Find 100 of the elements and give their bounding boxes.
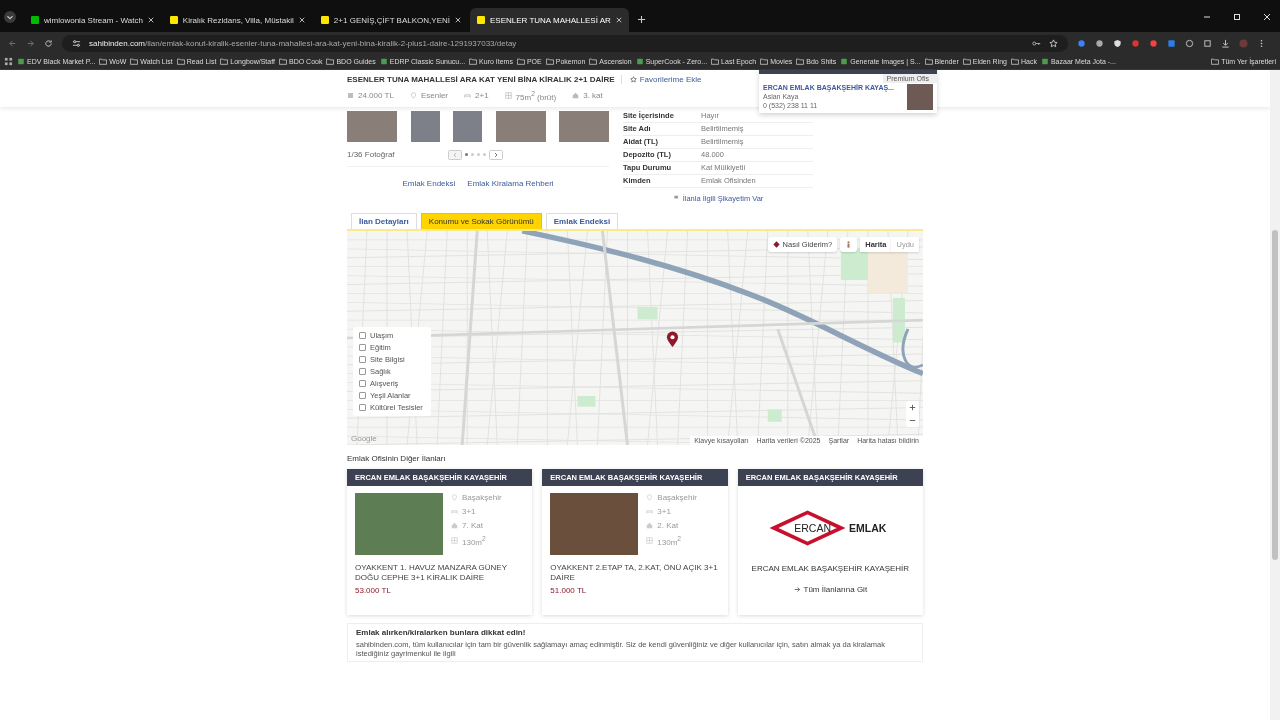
area-icon	[451, 537, 458, 544]
folder-icon	[1211, 58, 1220, 65]
location-icon	[451, 493, 458, 501]
folder-icon	[278, 58, 287, 65]
restore-icon[interactable]	[1232, 12, 1242, 22]
listing-title: OYAKKENT 1. HAVUZ MANZARA GÜNEY DOĞU CEPHE 3+1 KİRALIK DAİRE	[354, 561, 508, 584]
site-icon	[635, 58, 644, 65]
folder-icon	[711, 58, 720, 65]
listing-title: ESENLER TUNA MAHALLESİ ARA KAT YENİ BİNA KİRALIK 2+1 DAİRE	[347, 75, 622, 84]
folder-icon	[545, 58, 554, 65]
photo-placeholder[interactable]	[410, 110, 440, 142]
close-icon[interactable]	[615, 17, 622, 23]
photo-placeholder[interactable]	[559, 110, 609, 142]
logo-text: EMLAK	[849, 522, 887, 535]
floor-icon	[646, 521, 654, 529]
address-bar[interactable]: sahibinden.com/ilan/emlak-konut-kiralik-esenler-tuna-mahallesi-ara-kat-yeni-bina-kiralik-2-plus1-daire-1291937033/detay	[62, 34, 1068, 52]
logo-text: ERCAN	[794, 522, 832, 535]
floor-icon	[572, 92, 580, 100]
rooms-icon	[646, 507, 654, 515]
folder-icon	[796, 58, 805, 65]
listing-fact: Başakşehir	[657, 492, 697, 502]
pager-dot[interactable]	[470, 153, 474, 157]
info-link[interactable]: Emlak Kiralama Rehberi	[467, 178, 554, 188]
listing-price: 53.000 TL	[354, 585, 392, 598]
folder-icon	[1011, 58, 1019, 65]
photo-placeholder	[907, 84, 933, 110]
folder-icon	[220, 58, 229, 65]
area-icon	[504, 92, 512, 100]
key-icon[interactable]	[1032, 38, 1041, 48]
folder-icon	[962, 58, 971, 65]
notice-title: Emlak alırken/kiralarken bunlara dikkat edin!	[356, 627, 527, 637]
puzzle-icon[interactable]	[1203, 38, 1212, 48]
listing-fact: 130m$^{2}$	[657, 534, 682, 547]
favicon-icon	[169, 16, 178, 24]
new-tab-icon[interactable]	[636, 15, 646, 24]
site-icon	[840, 58, 849, 65]
pager-dot[interactable]	[464, 153, 468, 157]
tab[interactable]: Konumu ve Sokak Görünümü	[420, 212, 542, 229]
listing-fact: Başakşehir	[462, 492, 502, 502]
photo-placeholder[interactable]	[453, 110, 482, 142]
location-icon	[409, 92, 417, 100]
next-button[interactable]	[488, 149, 503, 160]
floor-icon	[451, 521, 458, 529]
pager-dot[interactable]	[476, 153, 480, 157]
tab-list-icon[interactable]	[4, 11, 16, 23]
listing-price: 51.000 TL	[549, 585, 588, 598]
folder-icon	[516, 58, 525, 65]
info-link[interactable]: Emlak Endeksi	[402, 178, 456, 188]
tab[interactable]: İlan Detayları	[351, 212, 417, 229]
back-icon[interactable]	[8, 38, 17, 48]
listing-fact: 3. kat	[583, 91, 603, 101]
photo-count: 1/36 Fotoğraf	[347, 150, 395, 160]
close-icon[interactable]	[1262, 12, 1272, 22]
scrollbar[interactable]	[1270, 70, 1280, 720]
location-icon	[646, 493, 654, 501]
arrow-right-icon	[793, 585, 801, 593]
site-info-icon[interactable]	[72, 38, 81, 48]
close-icon[interactable]	[455, 17, 461, 23]
browser-tab[interactable]: ESENLER TUNA MAHALLESİ AR	[470, 8, 629, 32]
all-listings-link[interactable]: Tüm İlanlarına Git	[737, 584, 923, 594]
diamond-logo-icon	[769, 510, 845, 547]
reload-icon[interactable]	[44, 38, 53, 48]
area-icon	[646, 537, 654, 544]
photo-placeholder[interactable]	[495, 110, 546, 142]
listing-fact: 130m$^{2}$	[462, 534, 486, 547]
map-pin-icon	[666, 330, 679, 348]
listing-fact: Esenler	[420, 91, 448, 101]
apps-icon[interactable]	[4, 57, 13, 66]
map-logo: Google	[351, 433, 377, 443]
download-icon[interactable]	[1221, 38, 1230, 48]
shield-icon[interactable]	[1113, 38, 1122, 48]
folder-icon	[99, 58, 108, 65]
add-favorite-link[interactable]: Favorilerime Ekle	[629, 75, 702, 84]
forward-icon[interactable]	[26, 38, 35, 48]
listing-fact: 2. Kat	[657, 520, 679, 530]
star-icon[interactable]	[1049, 38, 1058, 48]
close-icon[interactable]	[147, 17, 154, 23]
site-icon	[379, 58, 388, 65]
photo-placeholder[interactable]	[347, 110, 397, 142]
favicon-icon	[320, 16, 329, 24]
listing-fact: 7. Kat	[462, 520, 483, 530]
listing-fact: 24.000 TL	[358, 91, 394, 101]
tab[interactable]: Emlak Endeksi	[545, 212, 619, 229]
listing-fact: 2+1	[475, 91, 489, 101]
section-title: Emlak Ofisinin Diğer İlanları	[347, 453, 447, 463]
folder-icon	[326, 58, 335, 65]
folder-icon	[176, 58, 185, 65]
price-icon	[347, 92, 354, 100]
rooms-icon	[464, 92, 471, 100]
close-icon[interactable]	[298, 17, 305, 23]
folder-icon	[760, 58, 769, 65]
listing-fact: 75m$^{2}$ (brüt)	[515, 90, 557, 102]
flag-icon	[672, 194, 680, 202]
pager-dot[interactable]	[482, 153, 486, 157]
office-name: ERCAN EMLAK BAŞAKŞEHİR KAYAŞEHİR	[750, 563, 911, 573]
zoom-in-icon[interactable]	[908, 402, 917, 412]
listing-fact: 3+1	[462, 506, 476, 516]
folder-icon	[589, 58, 598, 65]
folder-icon	[469, 58, 478, 65]
site-icon	[1040, 58, 1049, 65]
